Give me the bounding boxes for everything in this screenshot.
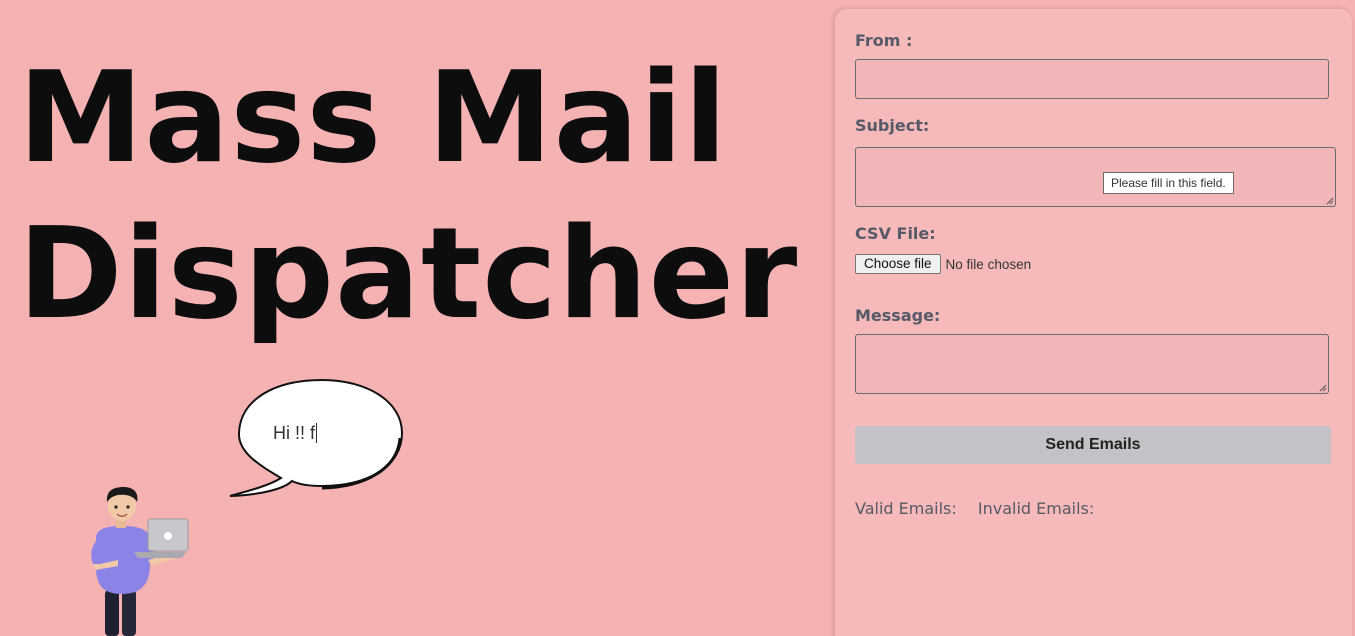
choose-file-button[interactable]: Choose file	[855, 254, 941, 274]
message-field[interactable]	[855, 334, 1329, 394]
valid-emails-label: Valid Emails:	[855, 499, 957, 518]
resize-grip-icon[interactable]	[1319, 384, 1327, 392]
resize-grip-icon[interactable]	[1326, 197, 1334, 205]
email-form-panel: From : Subject: Please fill in this fiel…	[835, 9, 1352, 636]
from-field[interactable]	[855, 59, 1329, 99]
text-caret	[316, 423, 318, 443]
subject-label: Subject:	[855, 116, 930, 135]
page-title: Mass Mail Dispatcher	[18, 40, 818, 352]
page: Mass Mail Dispatcher Hi !! f From: Subj…	[0, 0, 1355, 636]
subject-field[interactable]	[855, 147, 1336, 207]
character-illustration	[82, 486, 194, 636]
email-stats: Valid Emails: Invalid Emails:	[855, 499, 1110, 518]
speech-bubble-text[interactable]: Hi !! f	[273, 423, 318, 444]
message-label: Message:	[855, 306, 941, 325]
speech-bubble: Hi !! f	[226, 378, 408, 500]
from-label: From :	[855, 31, 913, 50]
send-emails-button[interactable]: Send Emails	[855, 426, 1331, 464]
page-title-line-2: Dispatcher	[18, 200, 799, 347]
csv-file-label: CSV File:	[855, 224, 936, 243]
csv-file-input[interactable]: Choose file No file chosen	[855, 254, 1031, 274]
validation-tooltip: Please fill in this field.	[1103, 172, 1234, 194]
invalid-emails-label: Invalid Emails:	[977, 499, 1095, 518]
page-title-line-1: Mass Mail	[18, 44, 729, 191]
file-status-text: No file chosen	[945, 256, 1032, 272]
person-with-laptop-icon	[91, 487, 189, 636]
speech-bubble-input-text: Hi !! f	[273, 423, 316, 443]
